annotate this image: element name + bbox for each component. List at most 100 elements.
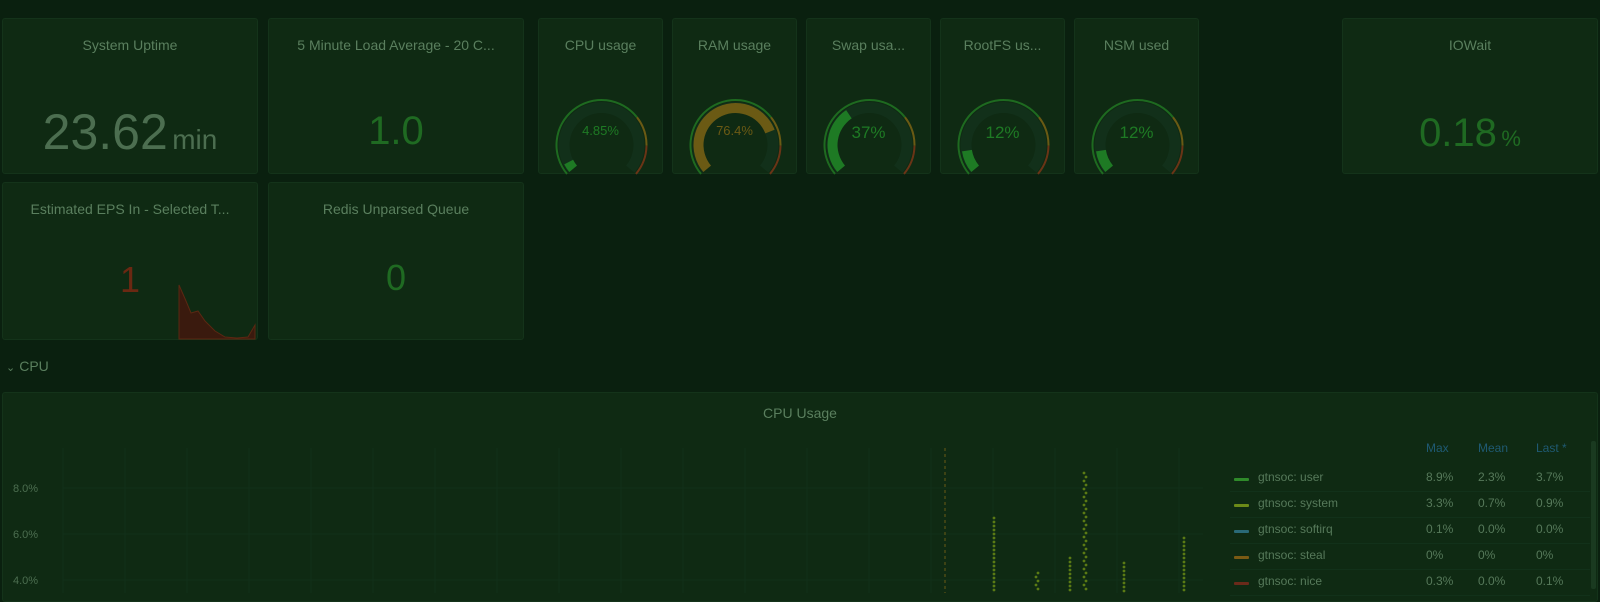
legend-last: 0.1%	[1536, 574, 1564, 588]
row-toggle-cpu[interactable]: ⌄ CPU	[6, 358, 49, 374]
data-point	[1182, 588, 1186, 592]
uptime-panel: System Uptime 23.62 min	[2, 18, 258, 174]
legend-last: 0.9%	[1536, 496, 1564, 510]
data-point	[1182, 580, 1186, 584]
data-point	[1082, 495, 1086, 499]
legend-scrollbar[interactable]	[1591, 441, 1596, 589]
gauge-panel: CPU usage 4.85%	[538, 18, 663, 175]
gauge-arc	[957, 99, 1050, 175]
y-tick-label: 8.0%	[13, 483, 38, 495]
redis-panel: Redis Unparsed Queue 0	[268, 182, 524, 340]
legend-swatch	[1234, 530, 1249, 533]
data-point	[1122, 565, 1126, 569]
data-point	[992, 580, 996, 584]
legend-max-header[interactable]: Max	[1426, 441, 1449, 455]
load-value: 1.0	[368, 109, 424, 153]
data-point	[1182, 568, 1186, 572]
data-point	[992, 588, 996, 592]
iowait-value: 0.18 %	[1419, 111, 1521, 155]
gauge-arc	[1091, 99, 1184, 175]
data-point	[992, 584, 996, 588]
data-point	[992, 568, 996, 572]
legend-item[interactable]: gtnsoc: user 8.9% 2.3% 3.7%	[1230, 466, 1590, 492]
data-point	[1068, 588, 1072, 592]
legend-item[interactable]: gtnsoc: steal 0% 0% 0%	[1230, 544, 1590, 570]
gauge-value: 4.85%	[582, 123, 619, 138]
panel-title: Redis Unparsed Queue	[322, 201, 470, 217]
legend-item[interactable]: gtnsoc: softirq 0.1% 0.0% 0.0%	[1230, 518, 1590, 544]
data-point	[1182, 540, 1186, 544]
data-point	[1082, 487, 1086, 491]
data-point	[1082, 503, 1086, 507]
load-panel: 5 Minute Load Average - 20 C... 1.0	[268, 18, 524, 174]
legend-name: gtnsoc: user	[1258, 470, 1324, 484]
legend-max: 8.9%	[1426, 470, 1454, 484]
data-point	[1182, 584, 1186, 588]
legend-last-header[interactable]: Last *	[1536, 441, 1567, 455]
legend-header: Max Mean Last *	[1230, 441, 1590, 466]
data-point	[1082, 535, 1086, 539]
legend-swatch	[1234, 504, 1249, 507]
data-point	[1122, 577, 1126, 581]
data-point	[992, 544, 996, 548]
data-point	[992, 564, 996, 568]
legend-mean: 0%	[1478, 548, 1496, 562]
eps-sparkline	[178, 284, 256, 340]
legend-swatch	[1234, 556, 1249, 559]
legend-last: 0.0%	[1536, 522, 1564, 536]
panel-title: 5 Minute Load Average - 20 C...	[297, 37, 495, 53]
data-point	[1122, 561, 1126, 565]
gauge-value: 37%	[851, 123, 886, 142]
data-point	[1082, 519, 1086, 523]
data-point	[992, 552, 996, 556]
data-point	[1068, 564, 1072, 568]
legend-item[interactable]: gtnsoc: system 3.3% 0.7% 0.9%	[1230, 492, 1590, 518]
data-point	[1082, 551, 1086, 555]
legend-mean-header[interactable]: Mean	[1478, 441, 1508, 455]
legend-mean: 0.0%	[1478, 574, 1506, 588]
legend-item[interactable]: gtnsoc: nice 0.3% 0.0% 0.1%	[1230, 570, 1590, 596]
chart-legend: Max Mean Last * gtnsoc: user 8.9% 2.3% 3.7%…	[1230, 441, 1590, 596]
eps-panel: Estimated EPS In - Selected T... 1	[2, 182, 258, 340]
iowait-panel: IOWait 0.18 %	[1342, 18, 1598, 174]
data-point	[1084, 515, 1088, 519]
gauge-panel: Swap usa... 37%	[806, 18, 931, 175]
data-point	[1122, 585, 1126, 589]
data-point	[1182, 552, 1186, 556]
data-point	[1084, 475, 1088, 479]
data-point	[992, 576, 996, 580]
data-point	[1122, 569, 1126, 573]
legend-swatch	[1234, 582, 1249, 585]
legend-swatch	[1234, 478, 1249, 481]
legend-name: gtnsoc: steal	[1258, 548, 1326, 562]
redis-value: 0	[385, 257, 407, 298]
legend-name: gtnsoc: softirq	[1258, 522, 1333, 536]
data-point	[992, 560, 996, 564]
data-point	[1084, 555, 1088, 559]
data-point	[1034, 575, 1038, 579]
data-point	[1084, 587, 1088, 591]
data-point	[1068, 576, 1072, 580]
data-point	[992, 572, 996, 576]
data-point	[1068, 556, 1072, 560]
legend-name: gtnsoc: system	[1258, 496, 1339, 510]
uptime-value: 23.62 min	[42, 104, 218, 160]
data-point	[1122, 589, 1126, 593]
data-point	[1082, 583, 1086, 587]
data-point	[1182, 560, 1186, 564]
data-point	[1082, 567, 1086, 571]
gauge-arc	[555, 99, 648, 175]
data-point	[992, 520, 996, 524]
data-point	[1122, 573, 1126, 577]
legend-mean: 2.3%	[1478, 470, 1506, 484]
row-label: CPU	[19, 358, 49, 374]
data-point	[1084, 563, 1088, 567]
legend-mean: 0.0%	[1478, 522, 1506, 536]
data-point	[992, 516, 996, 520]
data-point	[1084, 523, 1088, 527]
data-point	[1068, 584, 1072, 588]
data-point	[992, 548, 996, 552]
legend-name: gtnsoc: nice	[1258, 574, 1323, 588]
gauge-value: 76.4%	[716, 123, 753, 138]
legend-mean: 0.7%	[1478, 496, 1506, 510]
